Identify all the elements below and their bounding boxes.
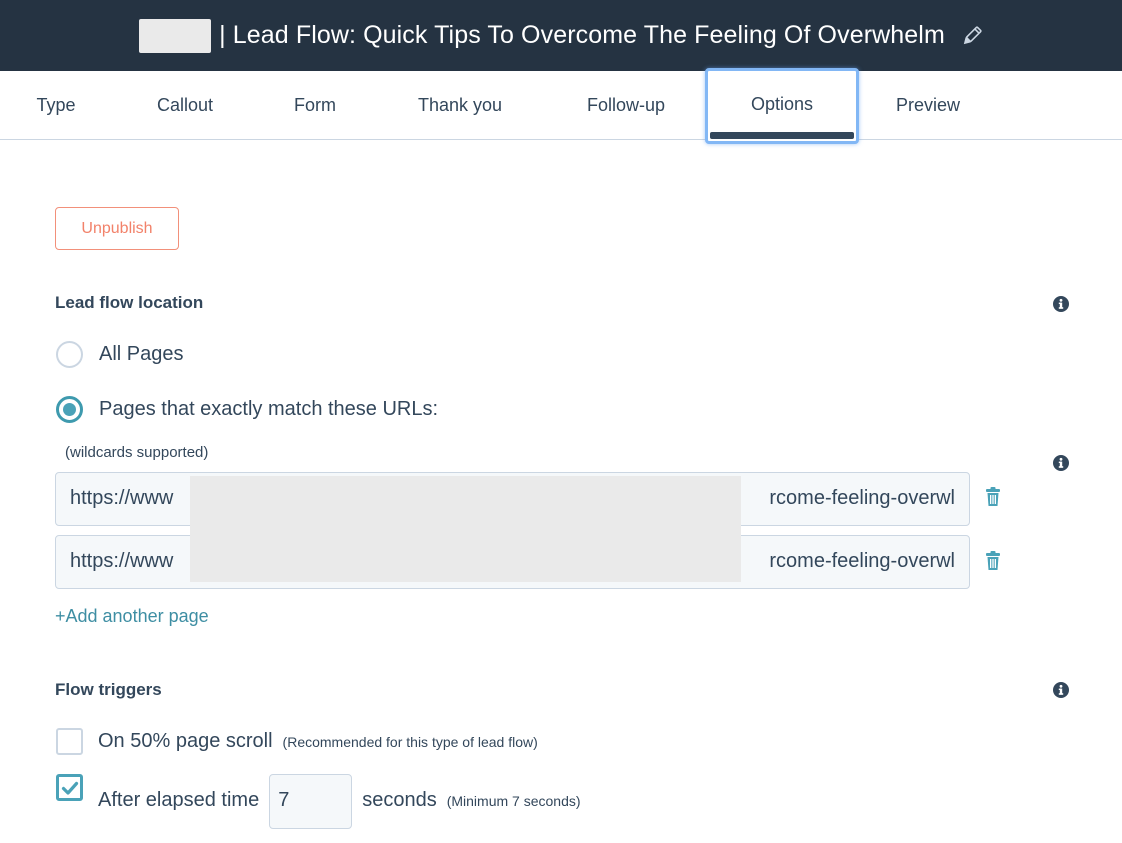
seconds-label: seconds (362, 789, 437, 811)
tab-callout[interactable]: Callout (140, 71, 230, 140)
time-trigger-checkbox[interactable] (56, 774, 83, 801)
radio-label: All Pages (99, 343, 184, 365)
active-tab-indicator (710, 132, 854, 139)
scroll-trigger-label: On 50% page scroll (98, 730, 273, 752)
tab-label: Thank you (417, 95, 503, 115)
flow-triggers-label: Flow triggers (55, 680, 162, 699)
time-trigger-row: After elapsed time 7 seconds (Minimum 7 … (56, 774, 581, 829)
tab-label: Preview (895, 95, 961, 115)
info-icon[interactable] (1053, 682, 1069, 698)
trash-icon[interactable] (985, 487, 1001, 507)
lead-flow-location-label: Lead flow location (55, 293, 204, 312)
tab-label: Callout (156, 95, 214, 115)
url-text-start: https://www (70, 550, 174, 572)
scroll-trigger-row: On 50% page scroll (Recommended for this… (56, 728, 538, 755)
radio-label: Pages that exactly match these URLs: (99, 398, 439, 420)
pencil-icon[interactable] (961, 25, 983, 47)
url-text-end: rcome-feeling-overwl (769, 550, 955, 572)
info-icon[interactable] (1053, 455, 1069, 471)
tab-form[interactable]: Form (275, 71, 355, 140)
tab-bar: Type Callout Form Thank you Follow-up Op… (0, 68, 1122, 144)
minimum-seconds-note: (Minimum 7 seconds) (446, 793, 581, 809)
url-text-end: rcome-feeling-overwl (769, 487, 955, 509)
tab-label: Form (294, 95, 336, 115)
page-title: | Lead Flow: Quick Tips To Overcome The … (219, 21, 945, 49)
trash-icon[interactable] (985, 551, 1001, 571)
redacted-url-region (190, 476, 741, 582)
tab-preview[interactable]: Preview (880, 71, 976, 140)
tab-label: Type (36, 95, 76, 115)
wildcards-hint: (wildcards supported) (65, 444, 209, 461)
scroll-trigger-note: (Recommended for this type of lead flow) (282, 733, 538, 750)
tab-options[interactable]: Options (705, 68, 859, 144)
radio-button-selected[interactable] (56, 396, 83, 423)
tab-thank-you[interactable]: Thank you (400, 71, 520, 140)
header-bar: | Lead Flow: Quick Tips To Overcome The … (0, 0, 1122, 71)
elapsed-seconds-input[interactable]: 7 (269, 774, 353, 829)
time-trigger-label: After elapsed time (98, 789, 260, 811)
tab-follow-up[interactable]: Follow-up (570, 71, 682, 140)
radio-exact-urls[interactable]: Pages that exactly match these URLs: (56, 396, 438, 423)
redacted-logo (139, 18, 212, 53)
add-another-page-link[interactable]: +Add another page (55, 606, 209, 627)
scroll-trigger-checkbox[interactable] (56, 728, 83, 755)
url-text-start: https://www (70, 487, 174, 509)
radio-all-pages[interactable]: All Pages (56, 341, 184, 368)
unpublish-button[interactable]: Unpublish (55, 207, 179, 250)
radio-button[interactable] (56, 341, 83, 368)
tab-label: Follow-up (586, 95, 666, 115)
tab-label: Options (750, 93, 814, 114)
info-icon[interactable] (1053, 296, 1069, 312)
tab-type[interactable]: Type (20, 71, 92, 140)
